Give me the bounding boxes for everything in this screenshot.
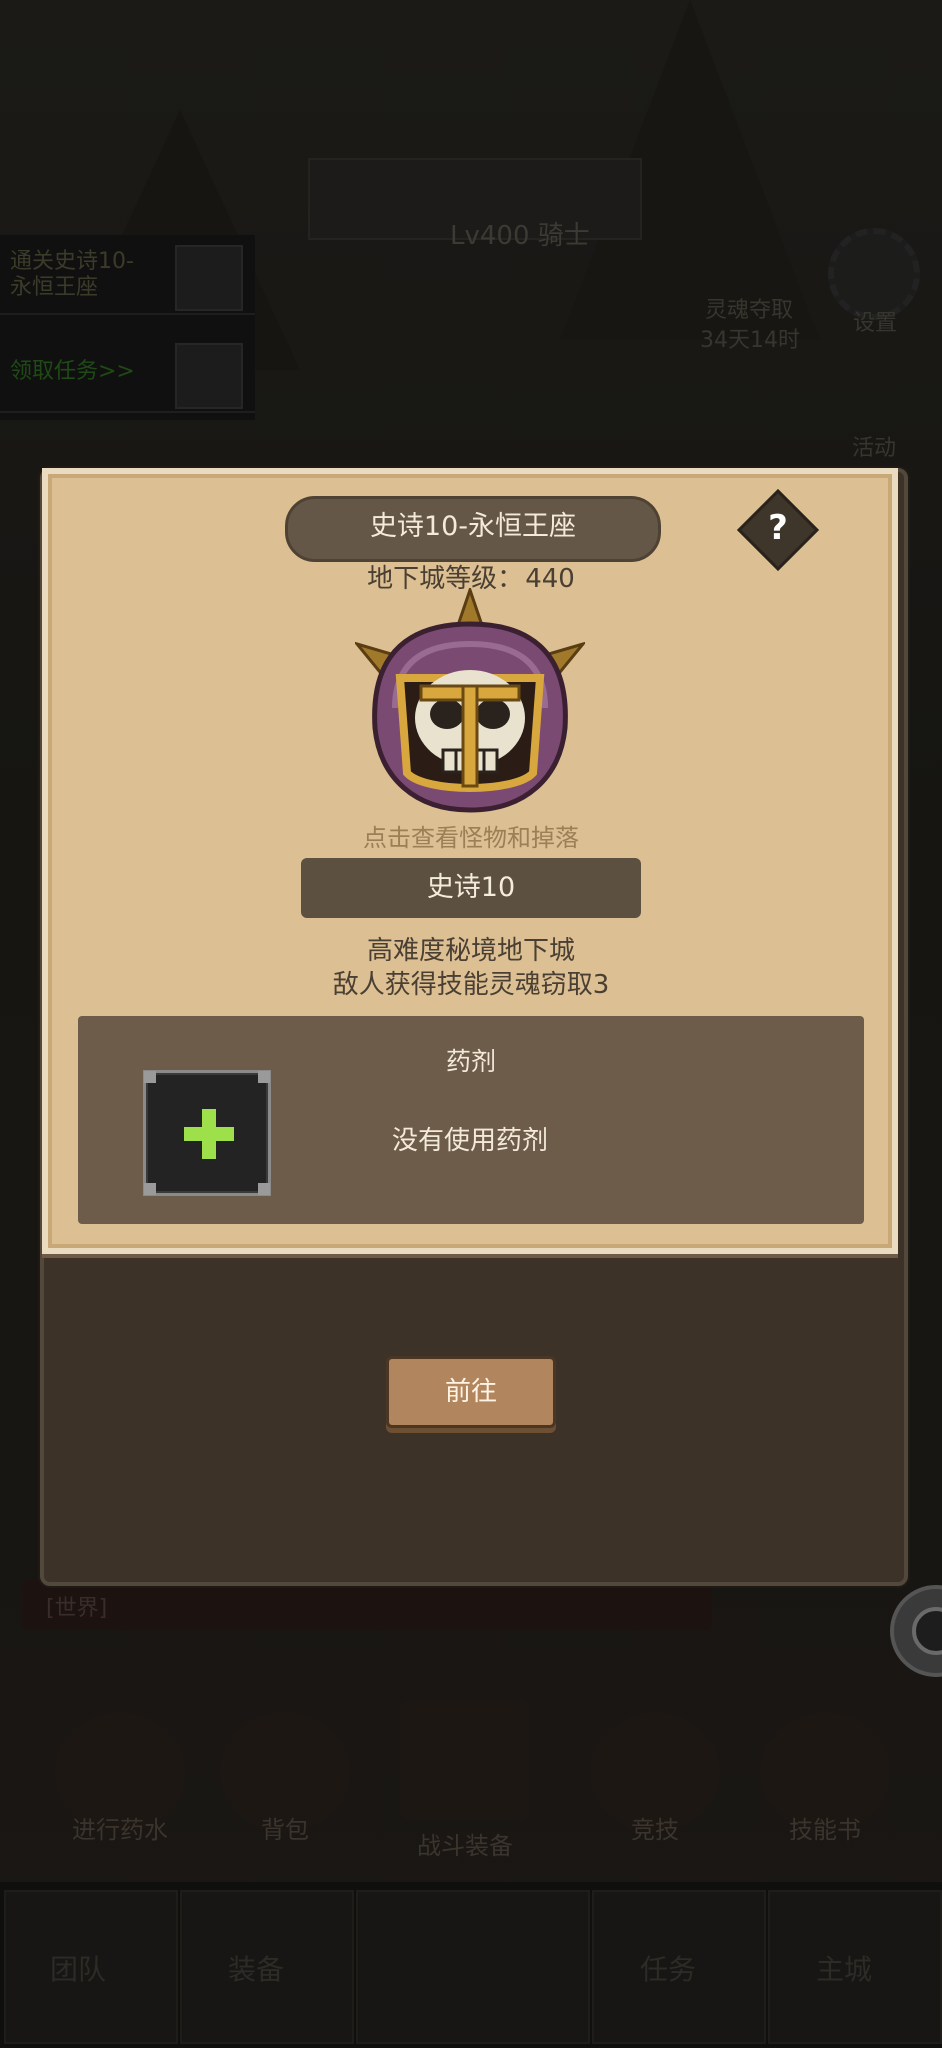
quest-row[interactable]: 领取任务>> [0, 333, 255, 413]
dungeon-effect: 敌人获得技能灵魂窃取3 [332, 970, 610, 1000]
chat-bar[interactable]: [世界] [22, 1580, 712, 1630]
dungeon-title: 史诗10-永恒王座 [285, 496, 661, 562]
shortcut-label: 技能书 [789, 1816, 861, 1844]
quest-reward-box [175, 343, 243, 409]
chest-icon[interactable] [400, 1700, 530, 1820]
slot-corner [258, 1071, 270, 1083]
go-button[interactable]: 前往 [386, 1356, 556, 1428]
quest-link: 领取任务>> [10, 359, 135, 384]
nav-label: 装备 [228, 1953, 285, 1986]
nav-label: 主城 [816, 1953, 873, 1986]
potion-slot[interactable] [143, 1070, 271, 1196]
quest-text: 通关史诗10- 永恒王座 [10, 249, 134, 300]
shortcut-label: 进行药水 [72, 1816, 168, 1844]
nav-label: 任务 [640, 1953, 697, 1986]
slot-corner [258, 1183, 270, 1195]
potion-title: 药剂 [445, 1047, 496, 1076]
dungeon-description: 高难度秘境地下城 [366, 936, 575, 966]
nav-battle[interactable] [356, 1890, 590, 2044]
quest-reward-box [175, 245, 243, 311]
skull-helmet-icon[interactable] [355, 588, 585, 818]
activity-label: 活动 [852, 436, 897, 461]
nav-label: 团队 [50, 1953, 107, 1986]
plus-icon[interactable] [184, 1109, 234, 1159]
top-player-text: Lv400 骑士 [450, 221, 590, 251]
shortcut-label: 战斗装备 [417, 1832, 513, 1860]
boss-hint: 点击查看怪物和掉落 [363, 824, 579, 852]
countdown-text: 34天14时 [700, 328, 800, 353]
shortcut-label: 背包 [261, 1816, 309, 1844]
slot-corner [144, 1183, 156, 1195]
difficulty-button[interactable]: 史诗10 [301, 858, 641, 918]
potion-status: 没有使用药剂 [391, 1126, 548, 1156]
settings-label: 设置 [853, 311, 898, 336]
help-icon[interactable]: ? [749, 503, 807, 555]
slot-corner [144, 1071, 156, 1083]
shortcut-label: 竞技 [631, 1816, 679, 1844]
countdown-title: 灵魂夺取 [705, 298, 794, 323]
gear-icon[interactable] [890, 1585, 942, 1677]
quest-panel: 通关史诗10- 永恒王座 领取任务>> [0, 235, 255, 420]
quest-row[interactable]: 通关史诗10- 永恒王座 [0, 235, 255, 315]
